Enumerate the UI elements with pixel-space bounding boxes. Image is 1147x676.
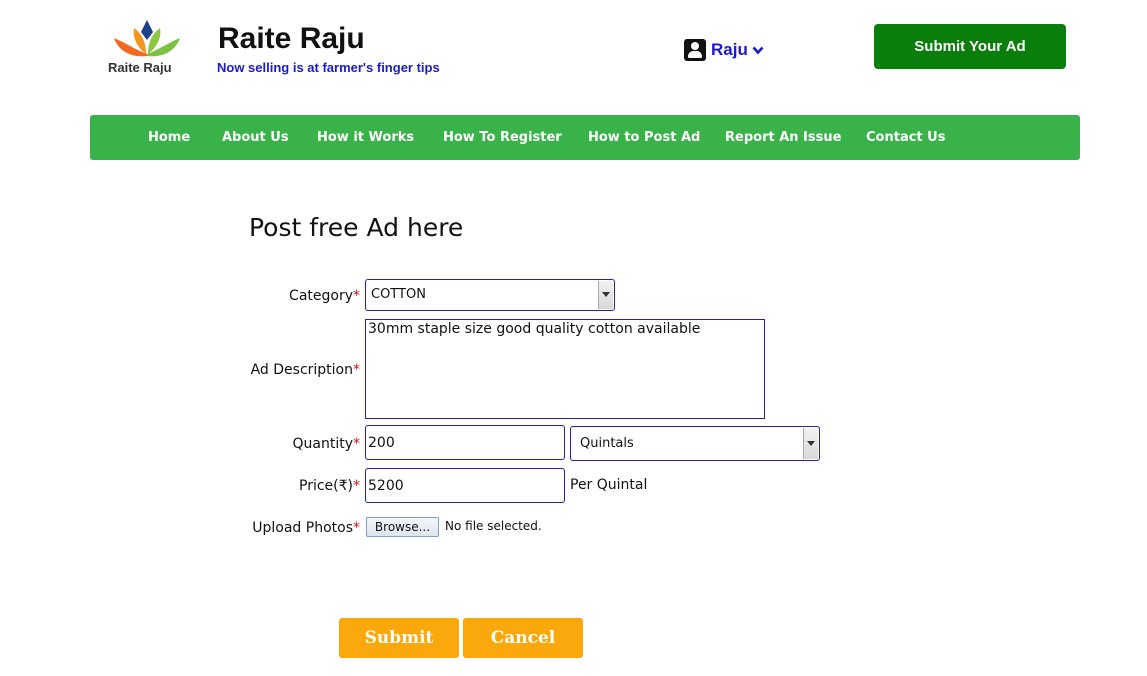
- nav-how-to-register[interactable]: How To Register: [443, 115, 562, 160]
- form-title: Post free Ad here: [249, 213, 464, 242]
- main-nav: Home About Us How it Works How To Regist…: [90, 115, 1080, 160]
- ad-description-textarea[interactable]: 30mm staple size good quality cotton ava…: [365, 319, 765, 419]
- nav-how-to-post-ad[interactable]: How to Post Ad: [588, 115, 700, 160]
- price-unit-text: Per Quintal: [570, 477, 648, 493]
- quantity-value: 200: [368, 435, 395, 451]
- category-selected-value: COTTON: [371, 287, 426, 302]
- category-label: Category*: [289, 288, 360, 304]
- nav-about-us[interactable]: About Us: [222, 115, 289, 160]
- nav-contact-us[interactable]: Contact Us: [866, 115, 945, 160]
- price-label: Price(₹)*: [299, 478, 360, 494]
- description-label: Ad Description*: [250, 362, 360, 378]
- nav-how-it-works[interactable]: How it Works: [317, 115, 414, 160]
- dropdown-arrow-icon: [598, 281, 613, 309]
- chevron-down-icon: [752, 46, 764, 55]
- browse-button[interactable]: Browse...: [366, 517, 439, 537]
- quantity-unit-select[interactable]: Quintals: [570, 426, 820, 461]
- user-icon: [684, 39, 706, 61]
- upload-photos-label: Upload Photos*: [252, 520, 360, 536]
- quantity-label: Quantity*: [292, 436, 361, 452]
- quantity-input[interactable]: 200: [365, 425, 565, 460]
- user-name: Raju: [711, 40, 748, 59]
- dropdown-arrow-icon: [803, 428, 818, 459]
- price-input[interactable]: 5200: [365, 468, 565, 503]
- price-value: 5200: [368, 478, 404, 494]
- cancel-button[interactable]: Cancel: [463, 618, 583, 658]
- quantity-unit-value: Quintals: [580, 436, 634, 451]
- submit-your-ad-button[interactable]: Submit Your Ad: [874, 24, 1066, 69]
- nav-home[interactable]: Home: [148, 115, 190, 160]
- site-tagline: Now selling is at farmer's finger tips: [217, 60, 440, 75]
- category-select[interactable]: COTTON: [365, 279, 615, 311]
- submit-button[interactable]: Submit: [339, 618, 459, 658]
- logo-text: Raite Raju: [108, 60, 172, 75]
- file-status-text: No file selected.: [445, 519, 542, 533]
- user-menu[interactable]: Raju: [684, 38, 764, 62]
- ad-description-value: 30mm staple size good quality cotton ava…: [368, 321, 701, 337]
- nav-report-an-issue[interactable]: Report An Issue: [725, 115, 841, 160]
- site-title: Raite Raju: [218, 22, 365, 55]
